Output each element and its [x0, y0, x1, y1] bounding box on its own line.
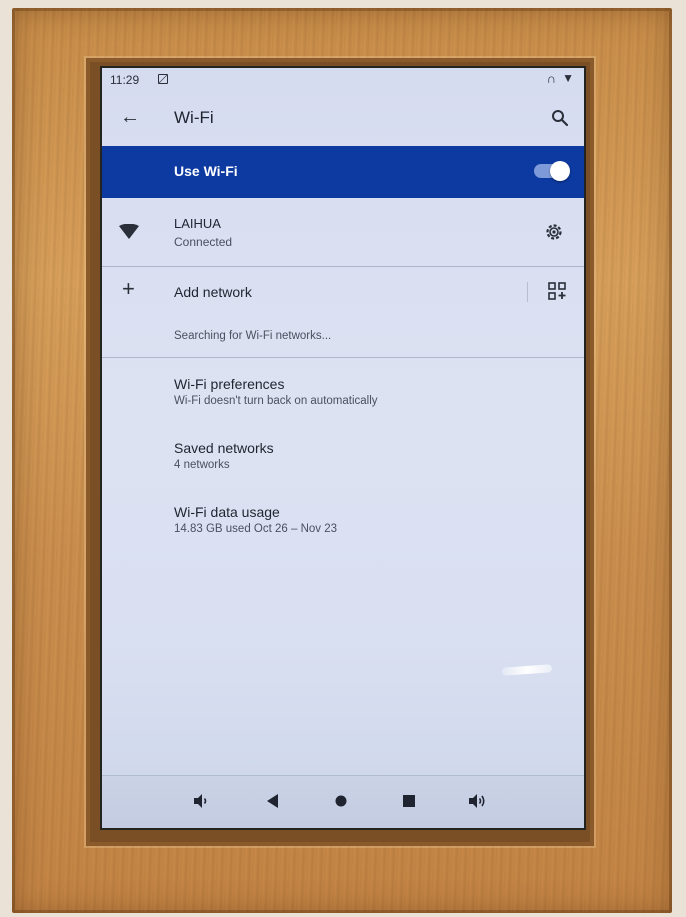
- toggle-knob: [550, 161, 570, 181]
- page-title: Wi-Fi: [174, 108, 214, 127]
- use-wifi-toggle[interactable]: [534, 161, 570, 181]
- volume-up-icon[interactable]: [466, 790, 488, 812]
- navigation-bar: [102, 775, 584, 828]
- vertical-separator: [527, 282, 528, 302]
- search-icon[interactable]: [550, 108, 570, 128]
- add-network-row[interactable]: + Add network: [102, 270, 584, 314]
- wifi-signal-icon: [119, 224, 139, 239]
- pref-title: Saved networks: [174, 440, 274, 456]
- connected-network-row[interactable]: LAIHUA Connected: [102, 202, 584, 264]
- pref-subtitle: Wi-Fi doesn't turn back on automatically: [174, 395, 378, 407]
- use-wifi-label: Use Wi-Fi: [174, 163, 238, 179]
- screen-glare: [501, 664, 553, 676]
- divider: [102, 357, 584, 358]
- qr-code-icon[interactable]: [548, 282, 566, 300]
- pref-title: Wi-Fi data usage: [174, 504, 280, 520]
- back-arrow-icon[interactable]: ←: [120, 106, 140, 129]
- network-name: LAIHUA: [174, 216, 221, 231]
- app-bar: ← Wi-Fi: [102, 94, 584, 142]
- status-time: 11:29: [110, 73, 140, 87]
- status-bar: 11:29 ∩ ▼: [102, 68, 584, 92]
- pref-subtitle: 14.83 GB used Oct 26 – Nov 23: [174, 523, 338, 535]
- wifi-icon: ▼: [562, 71, 574, 85]
- pref-title: Wi-Fi preferences: [174, 376, 285, 392]
- headset-icon: ∩: [546, 71, 556, 86]
- gear-icon[interactable]: [544, 222, 564, 242]
- plus-icon: +: [122, 276, 135, 301]
- use-wifi-row[interactable]: Use Wi-Fi: [102, 146, 584, 198]
- pref-subtitle: 4 networks: [174, 459, 230, 471]
- add-network-label: Add network: [174, 284, 252, 300]
- recents-square-icon[interactable]: [398, 790, 420, 812]
- searching-status-text: Searching for Wi-Fi networks...: [174, 330, 332, 342]
- network-status: Connected: [174, 235, 233, 249]
- tablet-screen: 11:29 ∩ ▼ ← Wi-Fi Use Wi-Fi LAIHUA Conne…: [100, 66, 586, 830]
- wifi-data-usage-item[interactable]: Wi-Fi data usage 14.83 GB used Oct 26 – …: [174, 504, 554, 535]
- home-circle-icon[interactable]: [330, 790, 352, 812]
- divider: [102, 266, 584, 267]
- notification-square-icon: [158, 74, 168, 84]
- volume-down-icon[interactable]: [190, 790, 212, 812]
- wifi-preferences-item[interactable]: Wi-Fi preferences Wi-Fi doesn't turn bac…: [174, 376, 554, 407]
- back-triangle-icon[interactable]: [262, 790, 284, 812]
- saved-networks-item[interactable]: Saved networks 4 networks: [174, 440, 554, 471]
